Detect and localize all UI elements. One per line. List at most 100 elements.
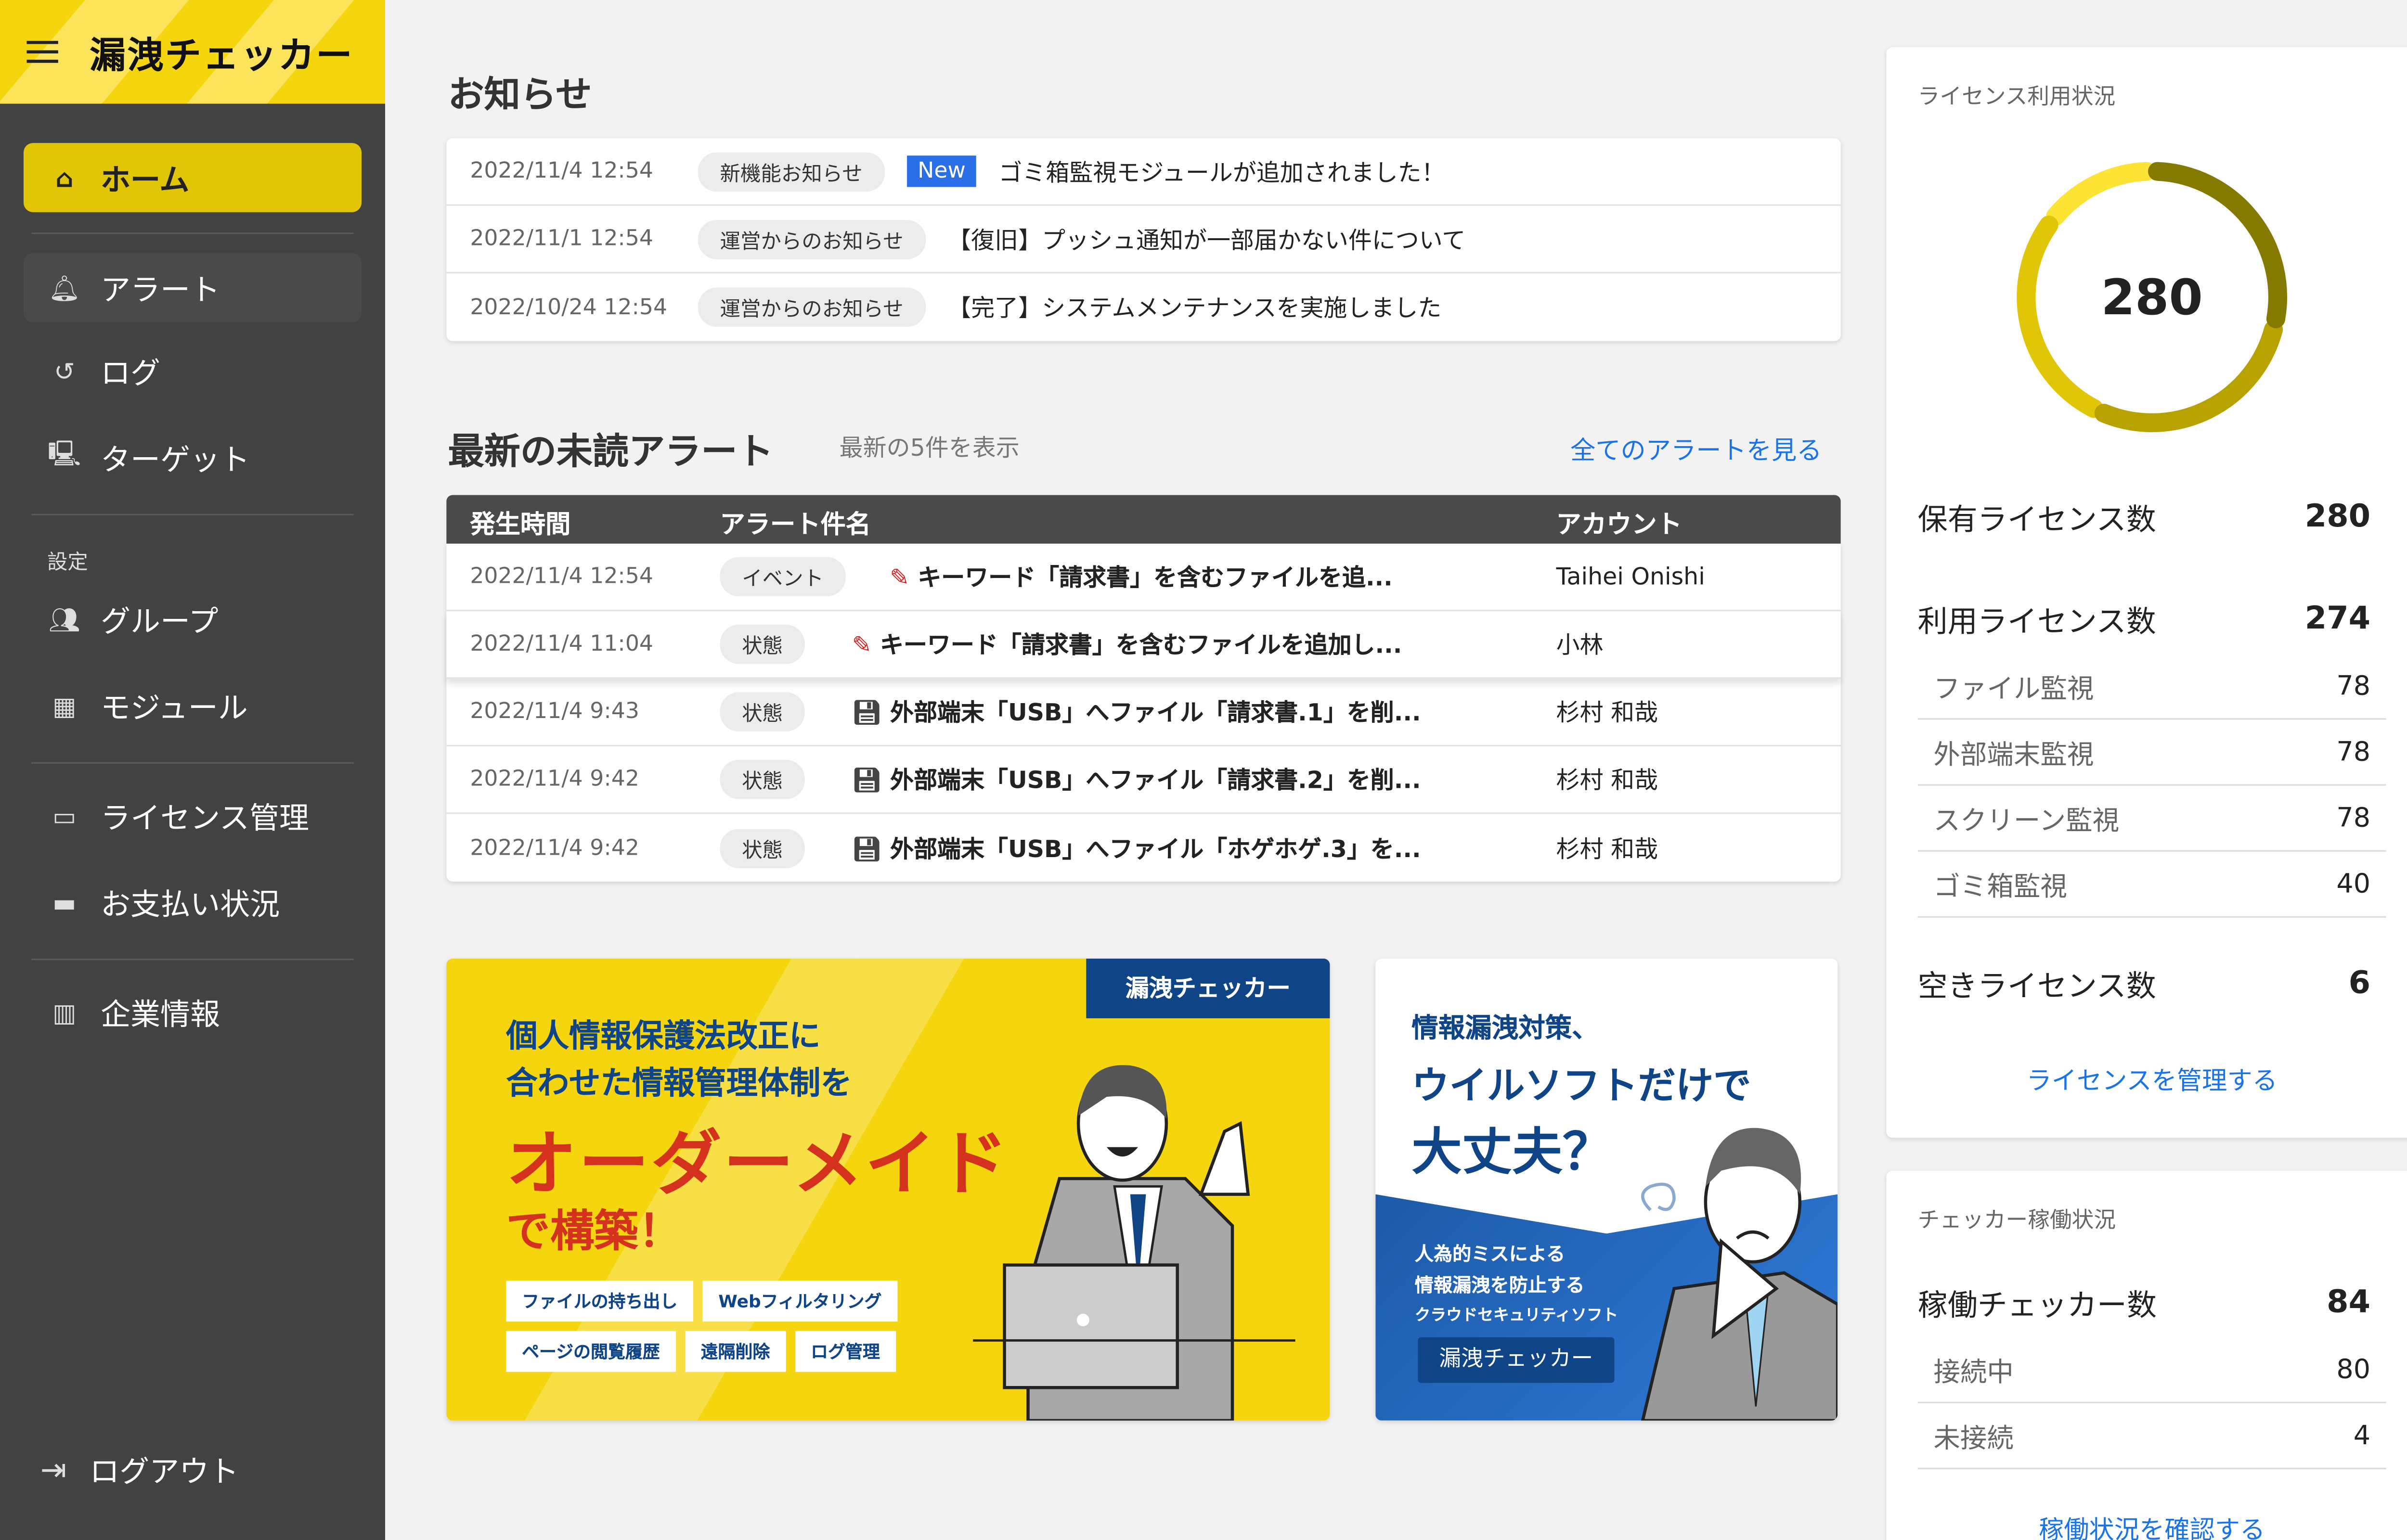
pencil-icon: ✎ xyxy=(852,631,872,659)
status-value: 4 xyxy=(2353,1420,2371,1451)
sidebar-item-group[interactable]: 👥︎ グループ xyxy=(24,585,362,654)
alert-time: 2022/11/4 9:42 xyxy=(470,835,639,860)
businessman-ok-illustration xyxy=(973,1065,1295,1421)
notice-row[interactable]: 2022/11/4 12:54 新機能お知らせ New ゴミ箱監視モジュールが追加され… xyxy=(446,138,1841,206)
free-license-row: 空きライセンス数 6 xyxy=(1918,963,2370,1006)
module-license-row: スクリーン監視 78 xyxy=(1917,786,2386,852)
alert-account: 杉村 和哉 xyxy=(1556,766,1658,795)
home-icon: ⌂ xyxy=(55,162,74,193)
alert-row[interactable]: 2022/11/4 12:54 イベント ✎ キーワード「請求書」を含むファイルを追… xyxy=(446,544,1841,612)
floppy-disk-icon: 💾︎ xyxy=(852,834,882,863)
module-label: スクリーン監視 xyxy=(1933,806,2120,838)
alert-row[interactable]: 2022/11/4 9:42 状態 💾︎ 外部端末「USB」へファイル「請求書.2」… xyxy=(446,746,1841,814)
alert-type-chip: 状態 xyxy=(720,828,805,868)
alert-name[interactable]: 💾︎ 外部端末「USB」へファイル「請求書.2」を削... xyxy=(852,763,1421,796)
alert-type-chip: 状態 xyxy=(720,759,805,799)
free-license-value: 6 xyxy=(2348,963,2371,1001)
alert-account: 杉村 和哉 xyxy=(1556,698,1658,727)
sidebar-item-payment[interactable]: ▬ お支払い状況 xyxy=(24,867,362,937)
sidebar-item-label: ログ xyxy=(100,356,161,391)
sidebar-item-home[interactable]: ⌂ ホーム xyxy=(23,143,362,212)
feature-tag: 遠隔削除 xyxy=(685,1331,786,1372)
owned-license-row: 保有ライセンス数 280 xyxy=(1918,497,2370,539)
alert-type-chip: イベント xyxy=(720,557,846,597)
alert-row[interactable]: 2022/11/4 11:04 状態 ✎ キーワード「請求書」を含むファイルを追加し… xyxy=(446,611,1841,679)
logout-icon: ⇥ xyxy=(40,1450,67,1489)
license-icon: ▭ xyxy=(52,800,77,831)
app-title: 漏洩チェッカー xyxy=(90,36,354,77)
alert-type-chip: 状態 xyxy=(720,624,805,664)
notice-row[interactable]: 2022/11/1 12:54 運営からのお知らせ 【復旧】プッシュ通知が一部届かな… xyxy=(446,206,1841,274)
module-label: ファイル監視 xyxy=(1933,674,2094,706)
view-all-alerts-link[interactable]: 全てのアラートを見る xyxy=(1570,429,1822,466)
running-checker-row: 稼働チェッカー数 84 xyxy=(1918,1282,2370,1324)
sidebar-item-module[interactable]: ▦ モジュール xyxy=(24,671,362,740)
banner-text: 人為的ミスによる xyxy=(1414,1243,1566,1265)
used-license-value: 274 xyxy=(2304,599,2371,637)
alert-row[interactable]: 2022/11/4 9:43 状態 💾︎ 外部端末「USB」へファイル「請求書.1」… xyxy=(446,679,1841,747)
alert-name[interactable]: 💾︎ 外部端末「USB」へファイル「ホゲホゲ.3」を... xyxy=(852,831,1421,864)
used-license-row: 利用ライセンス数 274 xyxy=(1918,599,2370,641)
sidebar-item-license[interactable]: ▭ ライセンス管理 xyxy=(24,781,362,850)
status-value: 80 xyxy=(2336,1354,2371,1386)
floppy-disk-icon: 💾︎ xyxy=(852,766,882,795)
alert-name[interactable]: 💾︎ 外部端末「USB」へファイル「請求書.1」を削... xyxy=(852,695,1421,729)
divider xyxy=(31,232,354,234)
banner-headline: オーダーメイド xyxy=(506,1122,1009,1206)
license-donut-chart: 280 xyxy=(2017,162,2287,432)
notice-text[interactable]: ゴミ箱監視モジュールが追加されました！ xyxy=(998,155,1445,188)
alert-account: 杉村 和哉 xyxy=(1556,834,1658,863)
promo-banner-ordermade[interactable]: 漏洩チェッカー 個人情報保護法改正に 合わせた情報管理体制を オーダーメイド で… xyxy=(446,958,1330,1421)
alert-name[interactable]: ✎ キーワード「請求書」を含むファイルを追加し... xyxy=(852,628,1402,661)
brand-header: 漏洩チェッカー xyxy=(0,0,386,104)
hamburger-menu-icon[interactable] xyxy=(26,40,58,63)
notice-row[interactable]: 2022/10/24 12:54 運営からのお知らせ 【完了】システムメンテナンスを… xyxy=(446,273,1840,341)
computer-user-icon: 🖳 xyxy=(47,437,81,468)
logout-button[interactable]: ⇥ ログアウト xyxy=(13,1435,350,1504)
alerts-subtitle: 最新の5件を表示 xyxy=(839,434,1020,462)
donut-segment xyxy=(2017,215,2104,418)
feature-tag: ログ管理 xyxy=(795,1331,896,1372)
notice-text[interactable]: 【復旧】プッシュ通知が一部届かない件について xyxy=(947,222,1465,256)
alert-name[interactable]: ✎ キーワード「請求書」を含むファイルを追... xyxy=(890,560,1393,593)
promo-banner-security[interactable]: 情報漏洩対策、 ウイルソフトだけで 大丈夫？ 人為的ミスによる 情報漏洩を防止す… xyxy=(1375,958,1838,1421)
sidebar: 漏洩チェッカー ⌂ ホーム 🔔︎ アラート ↺ ログ 🖳 ターゲット 設定 👥︎ グループ… xyxy=(0,0,386,1540)
sidebar-item-label: 企業情報 xyxy=(100,997,220,1032)
module-value: 78 xyxy=(2336,670,2371,702)
notices-title: お知らせ xyxy=(448,75,592,116)
divider xyxy=(31,958,354,961)
module-value: 78 xyxy=(2336,802,2371,834)
alert-account: Taihei Onishi xyxy=(1556,562,1705,591)
banner-text: で構築！ xyxy=(506,1205,683,1258)
notice-text[interactable]: 【完了】システムメンテナンスを実施しました xyxy=(947,291,1441,324)
sidebar-item-alert[interactable]: 🔔︎ アラート xyxy=(23,253,362,322)
notice-date: 2022/11/1 12:54 xyxy=(470,226,654,252)
history-icon: ↺ xyxy=(53,356,75,386)
notice-date: 2022/11/4 12:54 xyxy=(470,158,654,184)
new-badge: New xyxy=(906,155,977,187)
alerts-table: 2022/11/4 12:54 イベント ✎ キーワード「請求書」を含むファイルを追… xyxy=(446,543,1841,882)
notice-category: 運営からのお知らせ xyxy=(698,287,926,327)
banner-text: クラウドセキュリティソフト xyxy=(1414,1307,1618,1325)
module-label: ゴミ箱監視 xyxy=(1933,872,2067,904)
sidebar-item-log[interactable]: ↺ ログ xyxy=(24,336,362,406)
manage-license-link[interactable]: ライセンスを管理する xyxy=(1886,1059,2407,1097)
group-icon: 👥︎ xyxy=(48,604,81,634)
worried-businessman-illustration xyxy=(1641,1128,1838,1421)
checker-status-row: 接続中 80 xyxy=(1917,1337,2386,1403)
banner-text: 情報漏洩を防止する xyxy=(1414,1274,1585,1296)
alert-row[interactable]: 2022/11/4 9:42 状態 💾︎ 外部端末「USB」へファイル「ホゲホゲ.3… xyxy=(446,814,1840,881)
notice-category: 新機能お知らせ xyxy=(698,152,885,191)
banner-text: 情報漏洩対策、 xyxy=(1411,1014,1599,1045)
module-license-row: ゴミ箱監視 40 xyxy=(1917,852,2386,918)
status-label: 接続中 xyxy=(1933,1358,2014,1389)
license-card-title: ライセンス利用状況 xyxy=(1917,85,2116,110)
module-license-row: ファイル監視 78 xyxy=(1917,654,2386,720)
alert-name-text: キーワード「請求書」を含むファイルを追加し... xyxy=(880,631,1402,659)
sidebar-item-company[interactable]: ▥ 企業情報 xyxy=(24,977,362,1047)
column-header-time: 発生時間 xyxy=(470,509,571,539)
owned-license-label: 保有ライセンス数 xyxy=(1917,502,2156,538)
sidebar-item-target[interactable]: 🖳 ターゲット xyxy=(24,423,362,492)
module-label: 外部端末監視 xyxy=(1933,740,2094,772)
check-status-link[interactable]: 稼働状況を確認する xyxy=(1886,1509,2407,1540)
